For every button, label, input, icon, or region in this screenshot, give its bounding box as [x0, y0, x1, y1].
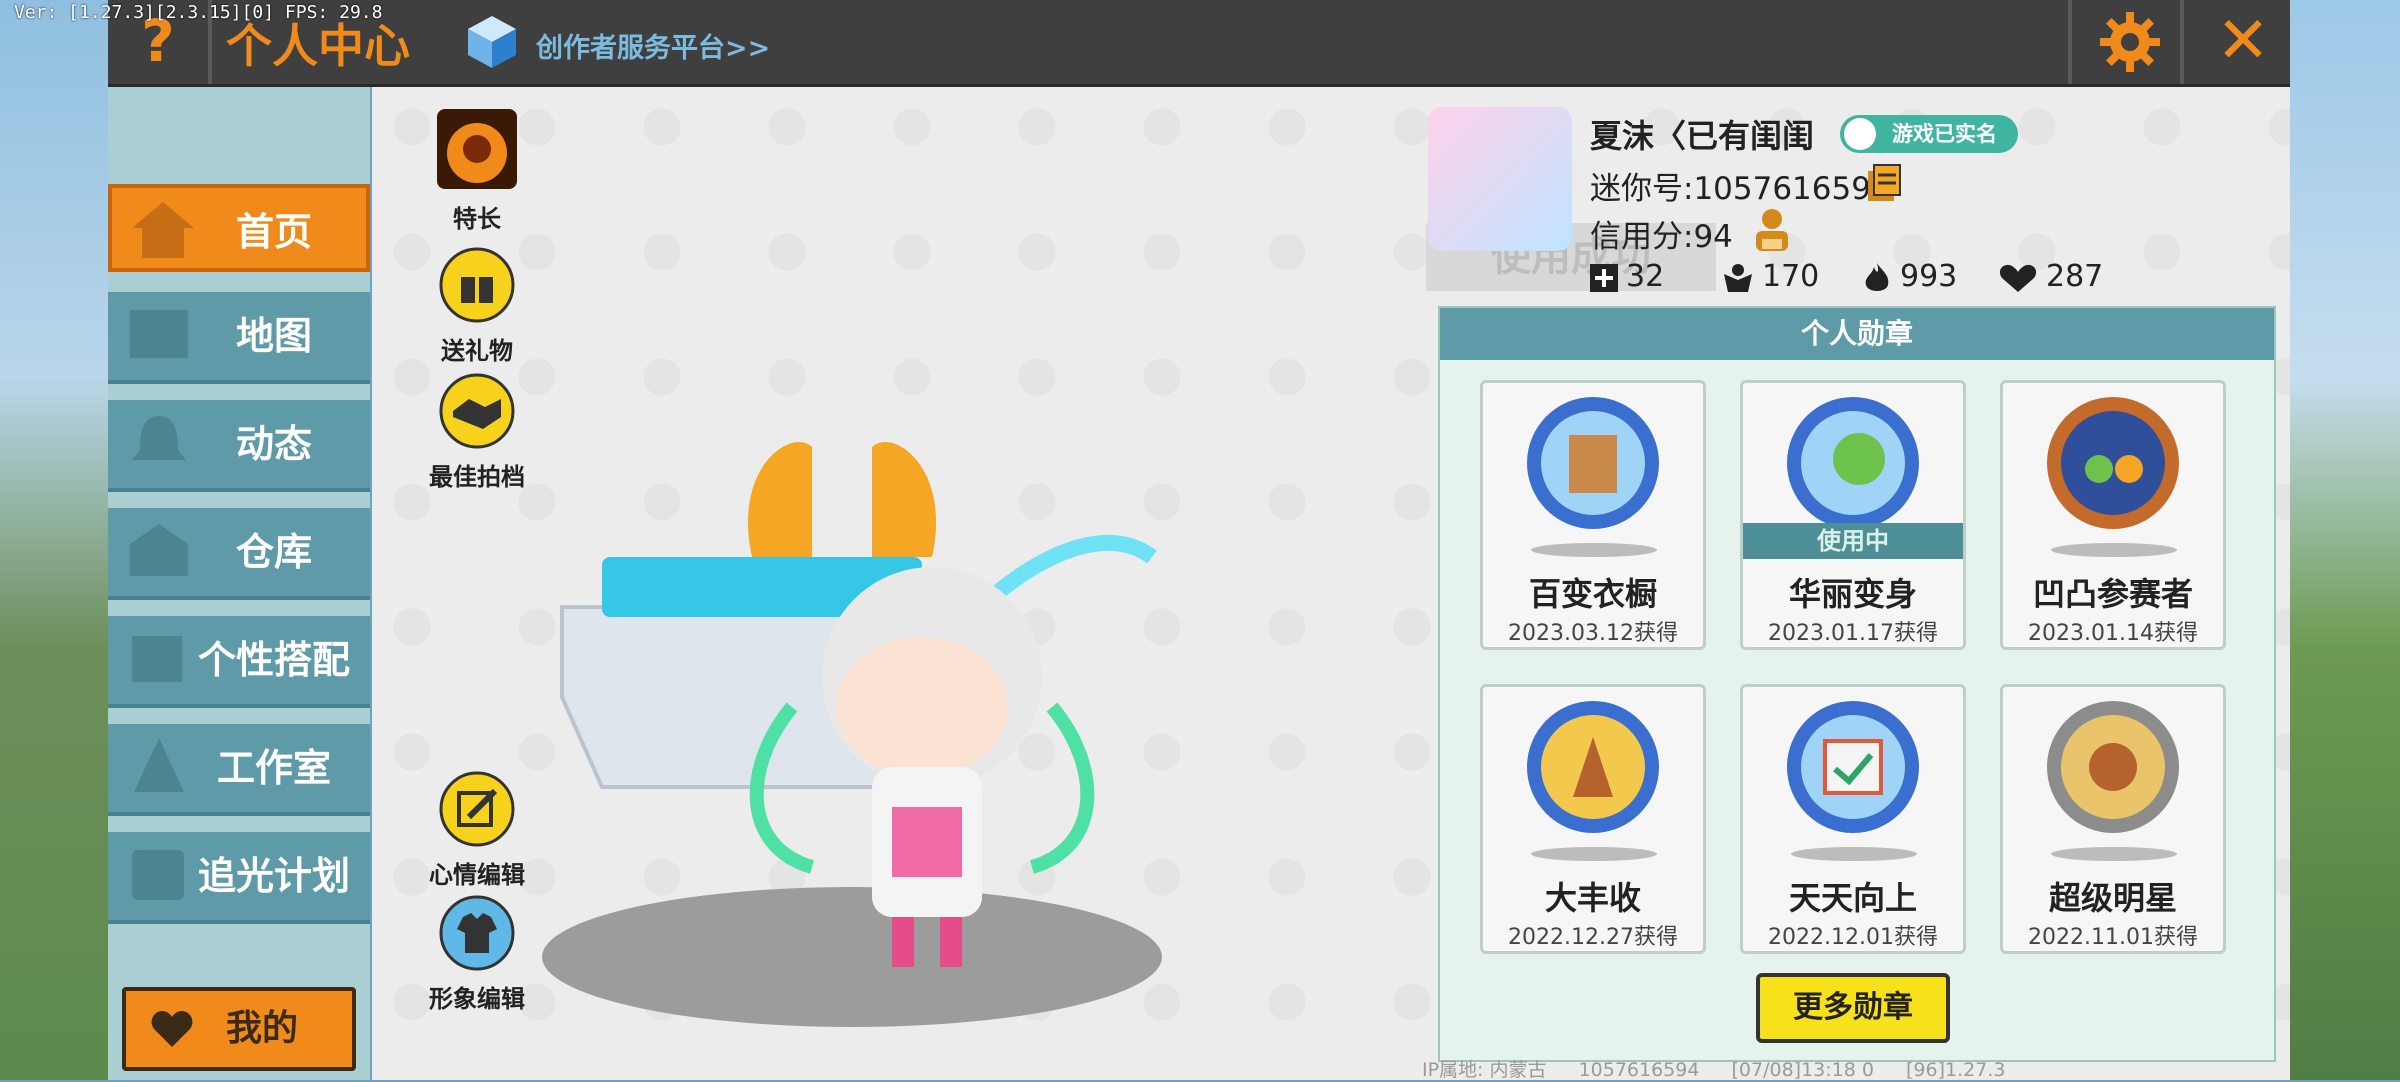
send-gift-label: 送礼物 [441, 337, 513, 365]
sidebar-item-label: 工作室 [216, 746, 331, 790]
medal-shadow [2051, 847, 2177, 861]
medal-card[interactable]: 大丰收 2022.12.27获得 [1480, 684, 1706, 954]
fps-debug-text: Ver: [1.27.3][2.3.15][0] FPS: 29.8 [14, 2, 383, 23]
medal-date: 2022.12.27获得 [1508, 925, 1678, 950]
close-icon[interactable]: ✕ [2208, 8, 2278, 78]
medal-date: 2023.03.12获得 [1508, 621, 1678, 646]
wardrobe-medal-icon [1527, 397, 1659, 529]
creator-platform-link[interactable]: 创作者服务平台>> [536, 26, 770, 65]
medal-name: 大丰收 [1544, 879, 1641, 917]
add-friend-icon [1590, 263, 1618, 292]
medal-name: 凹凸参赛者 [2032, 575, 2193, 613]
sidebar-item-label: 仓库 [235, 530, 312, 574]
medal-card[interactable]: 凹凸参赛者 2023.01.14获得 [2000, 380, 2226, 650]
specialty-label: 特长 [453, 205, 501, 233]
send-gift-tool[interactable]: 送礼物 [422, 247, 532, 366]
main-panel: 特长 送礼物 最佳拍档 心情编辑 形象编辑 使用成功 夏沫〈已有闺闺 游戏已实名… [372, 87, 2290, 1082]
verified-badge: 游戏已实名 [1840, 115, 2018, 153]
specialty-tool[interactable]: 特长 [422, 107, 532, 234]
superstar-medal-icon [2047, 701, 2179, 833]
sidebar-item-label: 追光计划 [197, 854, 350, 898]
more-medals-button[interactable]: 更多勋章 [1756, 973, 1950, 1043]
medal-shadow [1791, 847, 1917, 861]
medal-date: 2023.01.17获得 [1768, 621, 1938, 646]
medal-name: 百变衣橱 [1528, 575, 1657, 613]
stat-fans: 170 [1722, 259, 1819, 294]
sidebar-item-map[interactable]: 地图 [108, 292, 370, 384]
sidebar-item-light-plan[interactable]: 追光计划 [108, 832, 370, 924]
mini-id: 迷你号:1057616594 [1590, 171, 1891, 207]
sidebar: 首页 地图 动态 仓库 个性搭配 工作室 追光计划 我的 [108, 87, 370, 1080]
medals-panel: 个人勋章 百变衣橱 2023.03.12获得 使用中 华丽变身 2023.01.… [1438, 306, 2276, 1062]
stat-friends: 32 [1590, 259, 1664, 294]
medal-shadow [2051, 543, 2177, 557]
gear-icon[interactable] [2098, 10, 2162, 74]
credit-score: 信用分:94 [1590, 219, 1733, 255]
background-scenery-left [0, 0, 120, 1080]
sidebar-item-label: 动态 [235, 422, 312, 466]
medal-card[interactable]: 使用中 华丽变身 2023.01.17获得 [1740, 380, 1966, 650]
medal-date: 2023.01.14获得 [2028, 621, 2198, 646]
medal-name: 华丽变身 [1788, 575, 1917, 613]
top-bar: ? 个人中心 创作者服务平台>> ✕ [108, 0, 2290, 87]
medal-card[interactable]: 百变衣橱 2023.03.12获得 [1480, 380, 1706, 650]
medal-card[interactable]: 超级明星 2022.11.01获得 [2000, 684, 2226, 954]
medal-name: 超级明星 [2048, 879, 2177, 917]
character-avatar-image [542, 441, 1162, 1027]
ip-location: IP属地: 内蒙古 [1422, 1059, 1547, 1081]
stat-likes: 287 [1998, 259, 2103, 294]
sidebar-item-outfit[interactable]: 个性搭配 [108, 616, 370, 708]
avatar[interactable] [1428, 107, 1572, 251]
footer-info: IP属地: 内蒙古 1057616594 [07/08]13:18 0 [96]… [1422, 1055, 2031, 1082]
profile-card: 夏沫〈已有闺闺 游戏已实名 迷你号:1057616594 信用分:94 32 1… [1428, 107, 2288, 307]
contestant-medal-icon [2047, 397, 2179, 529]
fans-icon [1724, 263, 1752, 292]
footer-time: [07/08]13:18 0 [1731, 1059, 1874, 1081]
mine-button[interactable]: 我的 [122, 987, 356, 1071]
sidebar-item-activity[interactable]: 动态 [108, 400, 370, 492]
footer-uid: 1057616594 [1578, 1059, 1700, 1081]
calendar-medal-icon [1787, 701, 1919, 833]
stat-popularity: 993 [1862, 259, 1957, 295]
harvest-medal-icon [1527, 701, 1659, 833]
heart-icon [1999, 264, 2037, 292]
copy-icon[interactable] [1864, 161, 1904, 205]
sidebar-item-label: 个性搭配 [197, 638, 350, 682]
player-name: 夏沫〈已有闺闺 [1590, 117, 1815, 155]
in-use-badge: 使用中 [1743, 523, 1963, 559]
divider [2180, 0, 2184, 84]
cube-icon [468, 16, 516, 68]
sidebar-item-label: 首页 [235, 210, 312, 254]
fire-figure-icon [437, 109, 517, 189]
medals-title: 个人勋章 [1440, 308, 2274, 360]
gift-icon [439, 247, 515, 323]
medal-date: 2022.12.01获得 [1768, 925, 1938, 950]
mine-label: 我的 [226, 1008, 299, 1049]
sidebar-item-warehouse[interactable]: 仓库 [108, 508, 370, 600]
fire-icon [1865, 262, 1889, 291]
divider [2068, 0, 2072, 84]
footer-version: [96]1.27.3 [1906, 1059, 2006, 1081]
medal-date: 2022.11.01获得 [2028, 925, 2198, 950]
verified-person-icon [1844, 118, 1876, 150]
medal-card[interactable]: 天天向上 2022.12.01获得 [1740, 684, 1966, 954]
credit-person-icon[interactable] [1750, 205, 1794, 253]
medal-shadow [1531, 543, 1657, 557]
sidebar-item-home[interactable]: 首页 [108, 184, 370, 272]
background-scenery-right [2280, 0, 2400, 1080]
heart-icon [151, 1011, 193, 1047]
sidebar-item-label: 地图 [235, 314, 312, 358]
sidebar-item-studio[interactable]: 工作室 [108, 724, 370, 816]
medal-name: 天天向上 [1788, 879, 1917, 917]
medal-shadow [1531, 847, 1657, 861]
transform-medal-icon [1787, 397, 1919, 529]
